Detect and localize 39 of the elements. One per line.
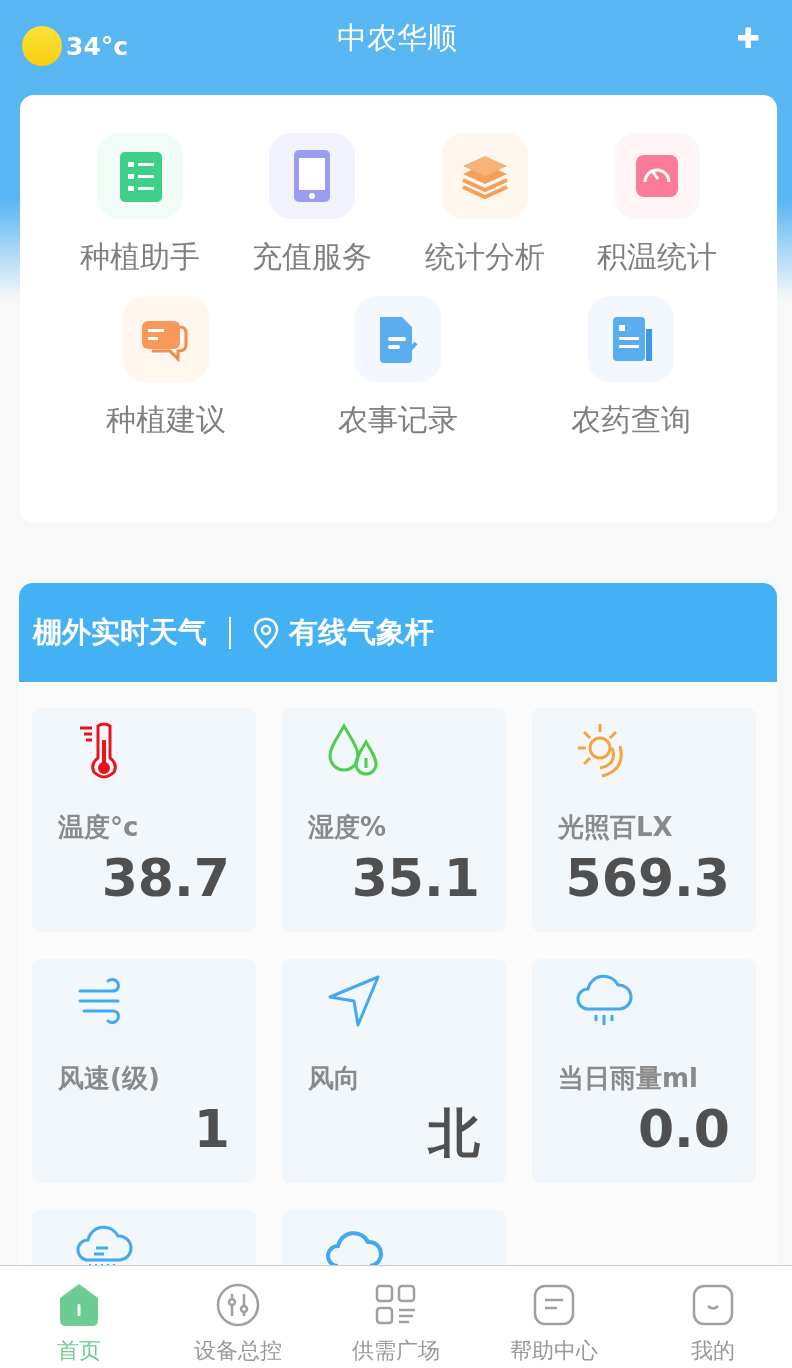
tab[interactable]: 供需广场 xyxy=(316,1266,476,1368)
reading-value: 1 xyxy=(193,1099,230,1159)
menu-label: 种植建议 xyxy=(106,401,227,439)
reading-value: 北 xyxy=(428,1102,480,1165)
menu-tile[interactable] xyxy=(123,296,210,382)
app-title: 中农华顺 xyxy=(337,19,457,57)
reading-label: 风向 xyxy=(308,1062,360,1095)
menu-tile[interactable] xyxy=(355,296,442,382)
menu-tile[interactable] xyxy=(613,133,700,219)
reading-label: 光照百LX xyxy=(558,811,673,844)
reading-value: 38.7 xyxy=(101,848,230,908)
menu-tile[interactable] xyxy=(587,296,674,382)
sun-icon xyxy=(22,26,62,66)
menu-label: 种植助手 xyxy=(80,238,201,276)
station-name: 有线气象杆 xyxy=(289,613,434,651)
tab[interactable]: 帮助中心 xyxy=(475,1266,634,1368)
reading-value: 35.1 xyxy=(351,848,480,908)
tab[interactable]: 首页 xyxy=(0,1266,159,1368)
reading-label: 湿度% xyxy=(308,811,387,844)
reading-value: 0.0 xyxy=(637,1099,730,1159)
reading-label: 温度°c xyxy=(58,811,139,844)
temperature: 34°c xyxy=(66,31,129,61)
tab[interactable]: 设备总控 xyxy=(158,1266,317,1368)
weather-title: 棚外实时天气 xyxy=(33,613,207,651)
menu-tile[interactable] xyxy=(441,133,528,219)
reading-label: 当日雨量ml xyxy=(558,1062,698,1095)
menu-label: 统计分析 xyxy=(424,238,545,276)
menu-label: 充值服务 xyxy=(252,238,373,276)
menu-tile[interactable] xyxy=(269,133,356,219)
location-pin-icon xyxy=(253,616,279,649)
reading-value: 569.3 xyxy=(565,848,730,908)
menu-label: 农事记录 xyxy=(338,401,459,439)
sliders-icon xyxy=(214,1282,261,1328)
add-button[interactable]: ✚ xyxy=(612,22,772,55)
tab[interactable]: 我的 xyxy=(633,1266,792,1368)
menu-label: 农药查询 xyxy=(570,401,691,439)
menu-label: 积温统计 xyxy=(596,238,717,276)
reading-label: 风速(级) xyxy=(58,1062,160,1095)
menu-tile[interactable] xyxy=(97,133,184,219)
